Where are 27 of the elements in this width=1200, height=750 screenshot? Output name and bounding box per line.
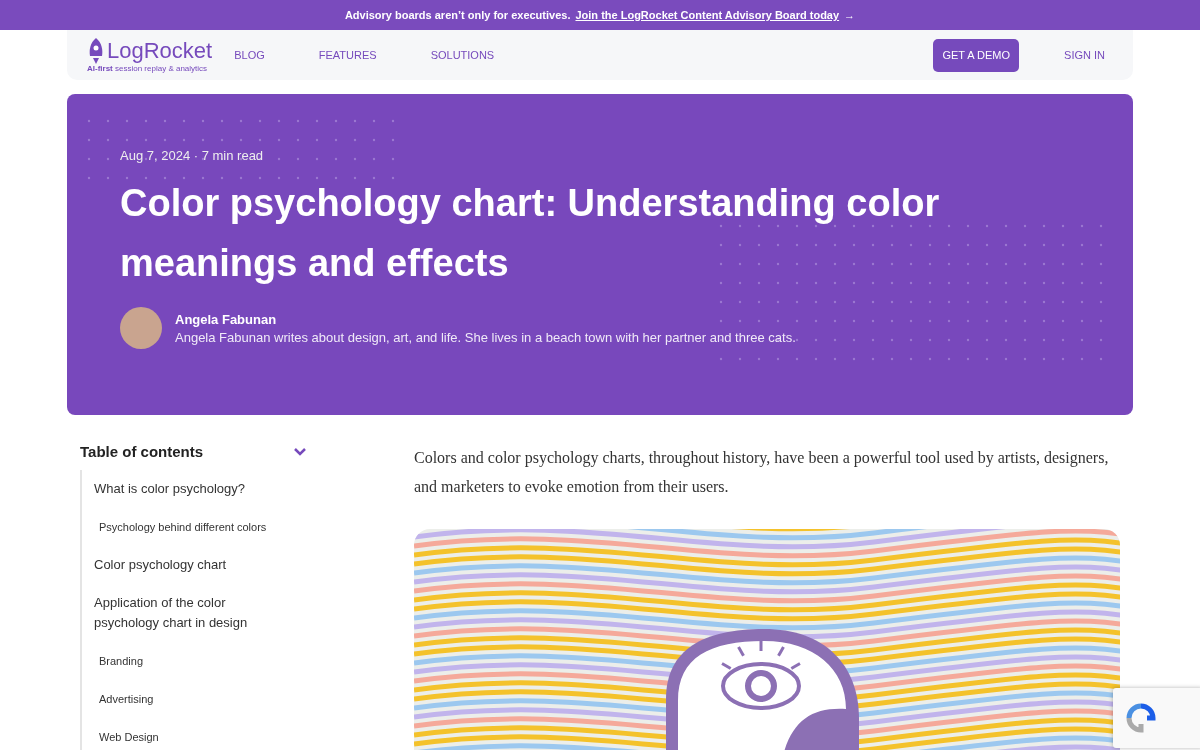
author-name[interactable]: Angela Fabunan xyxy=(175,311,796,327)
arrow-glyph: → xyxy=(844,9,856,21)
logo-tagline: AI-first session replay & analytics xyxy=(87,63,209,73)
toc-sublink[interactable]: Advertising xyxy=(94,680,319,718)
rocket-icon[interactable] xyxy=(87,37,105,64)
nav-link[interactable]: SOLUTIONS xyxy=(430,49,495,61)
chevron-icon[interactable] xyxy=(294,447,306,456)
announcement-text: Advisory boards aren’t only for executives. xyxy=(344,9,571,21)
nav-link[interactable]: FEATURES xyxy=(318,49,377,61)
toc-sublink[interactable]: Psychology behind different colors xyxy=(94,508,319,546)
recaptcha-icon xyxy=(1125,702,1157,734)
announcement-link[interactable]: Join the LogRocket Content Advisory Board today xyxy=(575,9,840,21)
article-intro: Colors and color psychology charts, throughout history, have been a powerful tool used by artists, designers, and marketers to evoke emotion from their users. xyxy=(414,448,1110,497)
nav-link[interactable]: BLOG xyxy=(234,49,265,61)
logo-text[interactable]: LogRocket xyxy=(107,39,213,62)
author-bio: Angela Fabunan writes about design, art, and life. She lives in a beach town with her partner and three cats. xyxy=(175,329,796,345)
toc-link[interactable]: Application of the color psychology chart in design xyxy=(94,584,264,642)
toc-sublink[interactable]: Branding xyxy=(94,642,319,680)
post-meta: Aug 7, 2024 · 7 min read xyxy=(120,148,265,163)
toc-title: Table of contents xyxy=(80,443,204,460)
toc-link[interactable]: What is color psychology? xyxy=(94,470,264,508)
article-title: Color psychology chart: Understanding color meanings and effects xyxy=(120,181,941,286)
author-avatar xyxy=(120,307,162,349)
sign-in-link[interactable]: SIGN IN xyxy=(1064,49,1105,61)
toc-sublink[interactable]: Web Design xyxy=(94,718,319,750)
demo-button[interactable]: GET A DEMO xyxy=(933,38,1020,72)
toc-link[interactable]: Color psychology chart xyxy=(94,546,264,584)
